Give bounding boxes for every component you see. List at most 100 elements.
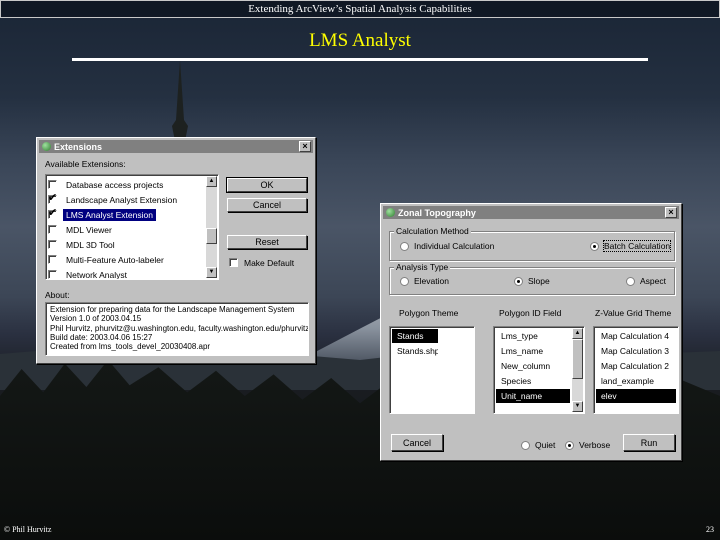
scroll-up-arrow-icon[interactable]: ▲ — [572, 328, 583, 339]
slide-title: LMS Analyst — [309, 30, 411, 51]
analysis-type-label: Analysis Type — [394, 262, 451, 272]
list-item[interactable]: Species — [496, 374, 570, 388]
polygon-id-field-label: Polygon ID Field — [499, 308, 562, 318]
extension-checkbox[interactable] — [48, 191, 57, 204]
batch-calculation-label: Batch Calculation — [602, 240, 672, 252]
zonal-titlebar[interactable]: Zonal Topography × — [383, 206, 679, 219]
analysis-type-group: Analysis Type Elevation Slope Aspect — [389, 262, 675, 295]
scroll-up-arrow-icon[interactable]: ▲ — [206, 176, 217, 187]
radio-dot[interactable] — [590, 241, 599, 251]
scroll-down-arrow-icon[interactable]: ▼ — [572, 401, 583, 412]
extension-checkbox[interactable] — [48, 240, 57, 249]
extensions-title: Extensions — [54, 141, 103, 152]
close-button[interactable]: × — [665, 207, 677, 218]
extensions-list[interactable]: Database access projects Landscape Analys… — [45, 174, 219, 280]
run-button[interactable]: Run — [623, 434, 675, 451]
extension-item[interactable]: MDL 3D Tool — [48, 237, 118, 252]
arcview-icon — [42, 142, 51, 151]
radio-dot[interactable] — [400, 241, 409, 251]
polygon-id-list[interactable]: Lms_type Lms_name New_column Species Unit_na… — [493, 326, 585, 414]
extensions-titlebar[interactable]: Extensions × — [39, 140, 313, 153]
extension-item[interactable]: MDL Viewer — [48, 222, 115, 237]
polygon-theme-list[interactable]: Stands Stands.shp — [389, 326, 475, 414]
make-default-check[interactable] — [229, 258, 238, 267]
reset-button[interactable]: Reset — [227, 235, 307, 249]
aspect-radio[interactable]: Aspect — [626, 276, 666, 286]
radio-dot[interactable] — [565, 440, 574, 450]
copyright-footer: © Phil Hurvitz — [4, 525, 52, 534]
scroll-down-arrow-icon[interactable]: ▼ — [206, 267, 217, 278]
calc-method-label: Calculation Method — [394, 226, 471, 236]
extension-item[interactable]: Landscape Analyst Extension — [48, 191, 180, 207]
scroll-thumb[interactable] — [206, 228, 217, 244]
individual-calculation-radio[interactable]: Individual Calculation — [400, 241, 494, 251]
extension-item[interactable]: Database access projects — [48, 177, 166, 192]
verbose-radio[interactable]: Verbose — [565, 440, 610, 450]
extension-label: Database access projects — [66, 179, 164, 190]
scroll-thumb[interactable] — [572, 339, 583, 379]
zonal-title: Zonal Topography — [398, 207, 476, 218]
list-item[interactable]: Map Calculation 3 — [596, 344, 676, 358]
make-default-checkbox[interactable]: Make Default — [229, 255, 294, 270]
cancel-button[interactable]: Cancel — [391, 434, 443, 451]
extension-label: LMS Analyst Extension — [63, 208, 156, 221]
extension-checkbox[interactable] — [48, 180, 57, 189]
extension-checkbox[interactable] — [48, 206, 57, 219]
make-default-label: Make Default — [244, 257, 295, 268]
slide-header: Extending ArcView’s Spatial Analysis Cap… — [0, 0, 720, 18]
list-item[interactable]: Map Calculation 2 — [596, 359, 676, 373]
radio-dot[interactable] — [626, 276, 635, 286]
list-item[interactable]: Stands.shp — [392, 344, 438, 358]
page-number: 23 — [706, 525, 714, 534]
list-item[interactable]: Map Calculation 4 — [596, 329, 676, 343]
ok-button[interactable]: OK — [226, 177, 308, 193]
about-text: Extension for preparing data for the Lan… — [50, 305, 309, 352]
aspect-label: Aspect — [640, 276, 666, 286]
extension-label: MDL 3D Tool — [66, 239, 115, 250]
about-box: Extension for preparing data for the Lan… — [45, 302, 309, 356]
radio-dot[interactable] — [521, 440, 530, 450]
extension-checkbox[interactable] — [48, 255, 57, 264]
extension-label: MDL Viewer — [66, 224, 112, 235]
about-label: About: — [45, 290, 70, 300]
radio-dot[interactable] — [400, 276, 409, 286]
quiet-label: Quiet — [535, 440, 556, 450]
extension-checkbox[interactable] — [48, 225, 57, 234]
extension-label: Network Analyst — [66, 269, 127, 280]
elevation-radio[interactable]: Elevation — [400, 276, 449, 286]
list-item[interactable]: Lms_name — [496, 344, 570, 358]
close-button[interactable]: × — [299, 141, 311, 152]
quiet-radio[interactable]: Quiet — [521, 440, 555, 450]
id-list-scrollbar[interactable]: ▲ ▼ — [572, 328, 583, 412]
list-item[interactable]: land_example — [596, 374, 676, 388]
extensions-dialog: Extensions × Available Extensions: Datab… — [36, 137, 316, 364]
batch-calculation-radio[interactable]: Batch Calculation — [590, 240, 672, 252]
list-item[interactable]: elev — [596, 389, 676, 403]
list-item[interactable]: Stands — [392, 329, 438, 343]
list-item[interactable]: Unit_name — [496, 389, 570, 403]
grid-theme-label: Z-Value Grid Theme — [595, 308, 672, 318]
extension-item[interactable]: LMS Analyst Extension — [48, 206, 156, 222]
cancel-button[interactable]: Cancel — [227, 198, 307, 212]
extension-label: Landscape Analyst Extension — [66, 194, 178, 205]
list-item[interactable]: New_column — [496, 359, 570, 373]
extension-item[interactable]: Network Analyst — [48, 267, 130, 280]
extension-item[interactable]: Multi-Feature Auto-labeler — [48, 252, 167, 267]
available-extensions-label: Available Extensions: — [45, 159, 126, 169]
elevation-label: Elevation — [414, 276, 449, 286]
slope-label: Slope — [528, 276, 550, 286]
verbose-label: Verbose — [579, 440, 611, 450]
extension-checkbox[interactable] — [48, 270, 57, 279]
extension-label: Multi-Feature Auto-labeler — [66, 254, 164, 265]
slope-radio[interactable]: Slope — [514, 276, 550, 286]
individual-calculation-label: Individual Calculation — [414, 241, 495, 251]
zonal-topography-dialog: Zonal Topography × Calculation Method In… — [380, 203, 682, 461]
grid-theme-list[interactable]: Map Calculation 4 Map Calculation 3 Map Ca… — [593, 326, 679, 414]
extensions-scrollbar[interactable]: ▲ ▼ — [206, 176, 217, 278]
polygon-theme-label: Polygon Theme — [399, 308, 459, 318]
title-rule — [72, 58, 648, 61]
radio-dot[interactable] — [514, 276, 523, 286]
list-item[interactable]: Lms_type — [496, 329, 570, 343]
arcview-icon — [386, 208, 395, 217]
calc-method-group: Calculation Method Individual Calculatio… — [389, 226, 675, 261]
